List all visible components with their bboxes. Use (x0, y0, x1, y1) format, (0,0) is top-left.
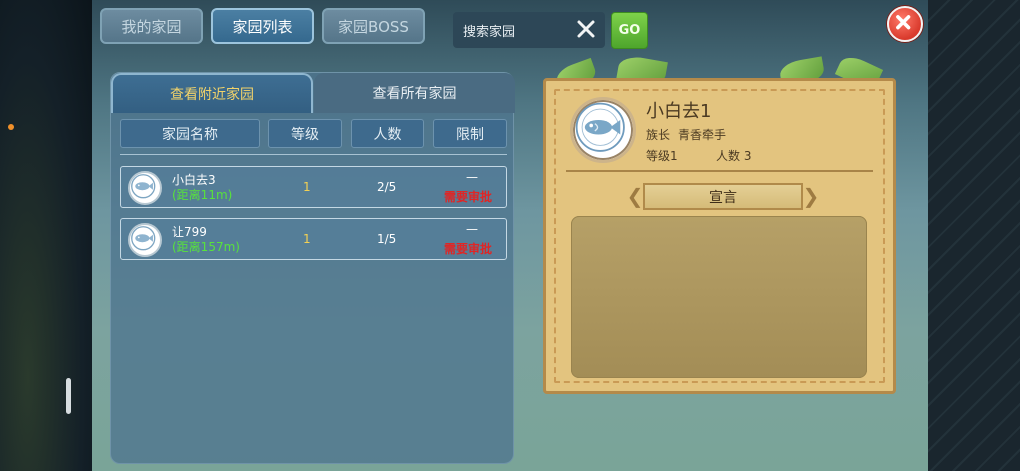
row-members: 2/5 (377, 180, 397, 194)
fish-emblem-icon (128, 171, 162, 205)
clear-icon[interactable] (575, 18, 597, 40)
banner-scroll-right-icon: ❯ (802, 184, 820, 208)
status-dot (8, 124, 14, 130)
table-row[interactable]: 小白去3 (距离11m) 1 2/5 — 需要审批 (120, 166, 507, 208)
tab-home-list-label: 家园列表 (232, 17, 293, 36)
row-distance: (距离11m) (172, 188, 233, 202)
close-icon (896, 15, 911, 30)
tab-my-home[interactable]: 我的家园 (100, 8, 203, 44)
declaration-label: 宣言 (709, 189, 737, 206)
tab-home-boss-label: 家园BOSS (338, 17, 409, 36)
home-member-count: 人数 3 (716, 149, 752, 163)
column-header-level: 等级 (268, 119, 342, 148)
row-distance: (距离157m) (172, 240, 240, 254)
card-divider (566, 170, 873, 172)
row-limit-dash: — (466, 222, 478, 236)
column-header-limit: 限制 (433, 119, 507, 148)
tab-nearby-homes-label: 查看附近家园 (170, 87, 254, 103)
home-title: 小白去1 (646, 101, 712, 122)
home-list-panel: 查看附近家园 查看所有家园 家园名称 等级 人数 限制 小白去3 (距离11m)… (110, 72, 515, 464)
declaration-banner: 宣言 (643, 183, 803, 210)
fish-emblem-icon (128, 223, 162, 257)
declaration-text-area (571, 216, 867, 378)
search-input-text: 搜索家园 (463, 24, 516, 40)
table-row[interactable]: 让799 (距离157m) 1 1/5 — 需要审批 (120, 218, 507, 260)
leader-line: 族长 青香牵手 (646, 126, 726, 143)
background-left (0, 0, 92, 471)
leader-label: 族长 (646, 128, 671, 142)
go-button-label: GO (618, 23, 641, 38)
column-header-members-label: 人数 (373, 126, 402, 143)
column-header-name: 家园名称 (120, 119, 260, 148)
fish-emblem-icon (570, 97, 636, 163)
tab-home-list[interactable]: 家园列表 (211, 8, 314, 44)
row-members: 1/5 (377, 232, 397, 246)
row-limit: 需要审批 (444, 190, 493, 204)
tab-home-boss[interactable]: 家园BOSS (322, 8, 425, 44)
home-detail-card: 小白去1 族长 青香牵手 等级1 人数 3 ❮ 宣言 ❯ (543, 78, 896, 394)
column-header-level-label: 等级 (291, 126, 319, 143)
row-limit: 需要审批 (444, 242, 493, 256)
row-limit-dash: — (466, 170, 478, 184)
side-scroll-handle[interactable] (66, 378, 71, 414)
background-right (928, 0, 1020, 471)
tab-my-home-label: 我的家园 (121, 17, 182, 36)
search-input[interactable]: 搜索家园 (453, 12, 605, 48)
header-divider (120, 154, 507, 155)
go-button[interactable]: GO (611, 12, 648, 49)
column-header-members: 人数 (351, 119, 424, 148)
tab-all-homes-label: 查看所有家园 (372, 86, 457, 102)
row-level: 1 (303, 180, 311, 194)
column-header-name-label: 家园名称 (162, 126, 218, 143)
tab-nearby-homes[interactable]: 查看附近家园 (111, 73, 313, 113)
close-button[interactable] (887, 6, 923, 42)
row-level: 1 (303, 232, 311, 246)
leader-name: 青香牵手 (678, 128, 727, 142)
tab-all-homes[interactable]: 查看所有家园 (314, 73, 515, 113)
column-header-limit-label: 限制 (456, 126, 484, 143)
home-level: 等级1 (646, 149, 678, 163)
